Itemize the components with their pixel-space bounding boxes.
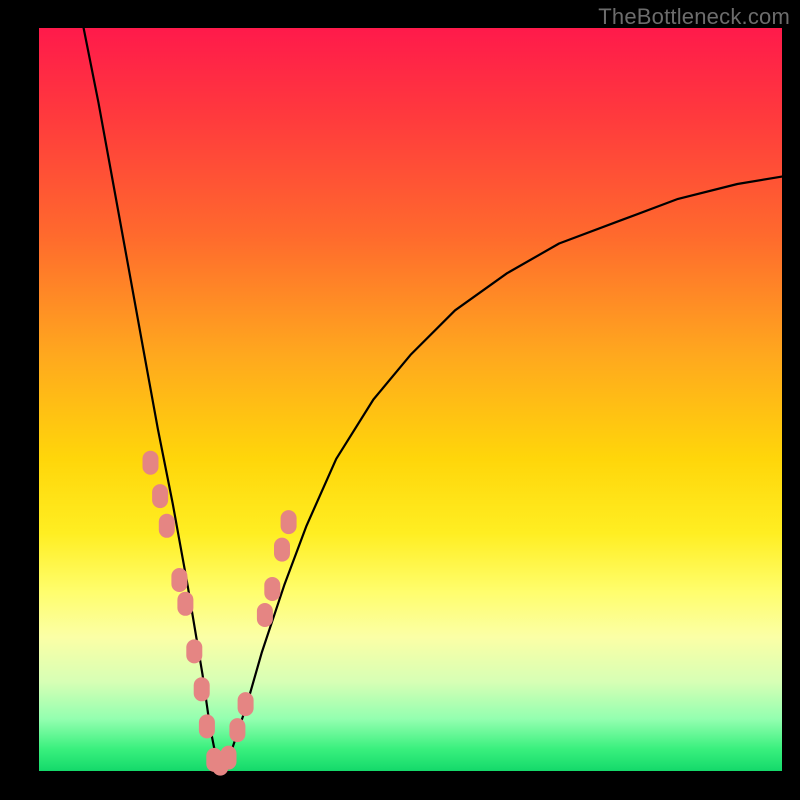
data-point xyxy=(281,510,297,534)
data-point xyxy=(221,746,237,770)
data-point xyxy=(274,538,290,562)
data-point xyxy=(199,714,215,738)
data-point xyxy=(264,577,280,601)
data-point xyxy=(238,692,254,716)
data-point xyxy=(152,484,168,508)
data-point xyxy=(186,639,202,663)
dots-layer xyxy=(143,451,297,776)
chart-stage: TheBottleneck.com xyxy=(0,0,800,800)
data-point xyxy=(257,603,273,627)
data-point xyxy=(159,514,175,538)
data-point xyxy=(177,592,193,616)
data-point xyxy=(143,451,159,475)
plot-frame xyxy=(39,28,782,771)
chart-svg xyxy=(39,28,782,771)
watermark-text: TheBottleneck.com xyxy=(598,4,790,30)
data-point xyxy=(229,718,245,742)
data-point xyxy=(194,677,210,701)
data-point xyxy=(171,568,187,592)
